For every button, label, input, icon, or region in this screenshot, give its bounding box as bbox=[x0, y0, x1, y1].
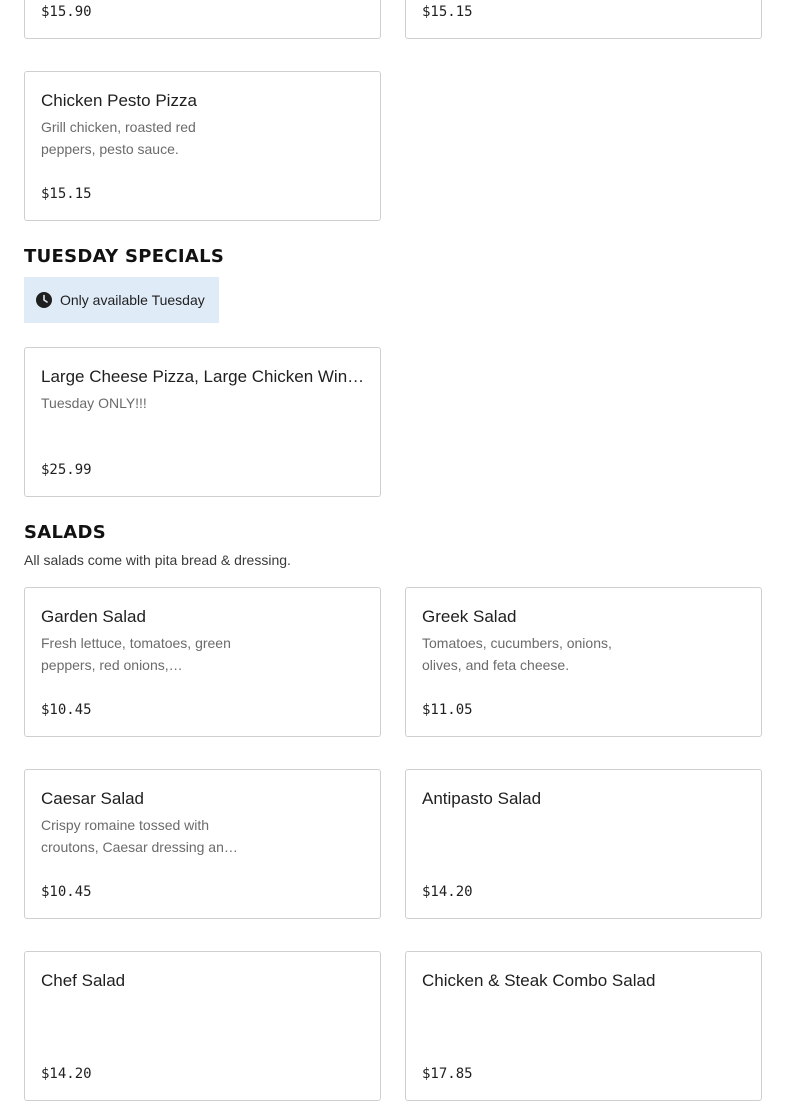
item-name: Antipasto Salad bbox=[422, 789, 542, 808]
item-price: $14.20 bbox=[41, 1066, 92, 1082]
section-title-salads: SALADS bbox=[24, 522, 107, 543]
item-name: Caesar Salad bbox=[41, 789, 145, 808]
banner-text: Only available Tuesday bbox=[60, 292, 205, 308]
clock-icon bbox=[36, 292, 52, 308]
item-description: Tomatoes, cucumbers, onions, olives, and… bbox=[422, 635, 612, 673]
section-subtitle: All salads come with pita bread & dressi… bbox=[24, 552, 291, 568]
menu-item-card[interactable]: $15.15 bbox=[405, 0, 762, 39]
menu-item-card[interactable]: Greek Salad Tomatoes, cucumbers, onions,… bbox=[405, 587, 762, 737]
item-price: $14.20 bbox=[422, 884, 473, 900]
item-price: $17.85 bbox=[422, 1066, 473, 1082]
menu-item-card[interactable]: Chicken Pesto Pizza Grill chicken, roast… bbox=[24, 71, 381, 221]
item-price: $25.99 bbox=[41, 462, 92, 478]
menu-item-card[interactable]: Chef Salad $14.20 bbox=[24, 951, 381, 1101]
item-description: Tuesday ONLY!!! bbox=[41, 395, 147, 411]
section-title-tuesday: TUESDAY SPECIALS bbox=[24, 246, 225, 267]
item-description: Fresh lettuce, tomatoes, green peppers, … bbox=[41, 635, 231, 673]
item-price: $11.05 bbox=[422, 702, 473, 718]
menu-item-card[interactable]: Caesar Salad Crispy romaine tossed with … bbox=[24, 769, 381, 919]
item-price: $10.45 bbox=[41, 884, 92, 900]
availability-banner: Only available Tuesday bbox=[24, 277, 219, 323]
item-name: Garden Salad bbox=[41, 607, 146, 626]
menu-item-card[interactable]: Large Cheese Pizza, Large Chicken Wings,… bbox=[24, 347, 381, 497]
item-price: $15.15 bbox=[422, 4, 473, 20]
item-description: Grill chicken, roasted red peppers, pest… bbox=[41, 119, 196, 157]
item-description: Crispy romaine tossed with croutons, Cae… bbox=[41, 817, 232, 855]
item-price: $15.90 bbox=[41, 4, 92, 20]
item-name: Chef Salad bbox=[41, 971, 126, 990]
menu-item-card[interactable]: Chicken & Steak Combo Salad $17.85 bbox=[405, 951, 762, 1101]
item-name: Chicken Pesto Pizza bbox=[41, 91, 197, 110]
item-name: Large Cheese Pizza, Large Chicken Wings,… bbox=[41, 367, 366, 386]
item-price: $15.15 bbox=[41, 186, 92, 202]
item-name: Greek Salad bbox=[422, 607, 517, 626]
item-name: Chicken & Steak Combo Salad bbox=[422, 971, 656, 990]
menu-item-card[interactable]: $15.90 bbox=[24, 0, 381, 39]
item-price: $10.45 bbox=[41, 702, 92, 718]
menu-item-card[interactable]: Antipasto Salad $14.20 bbox=[405, 769, 762, 919]
menu-item-card[interactable]: Garden Salad Fresh lettuce, tomatoes, gr… bbox=[24, 587, 381, 737]
